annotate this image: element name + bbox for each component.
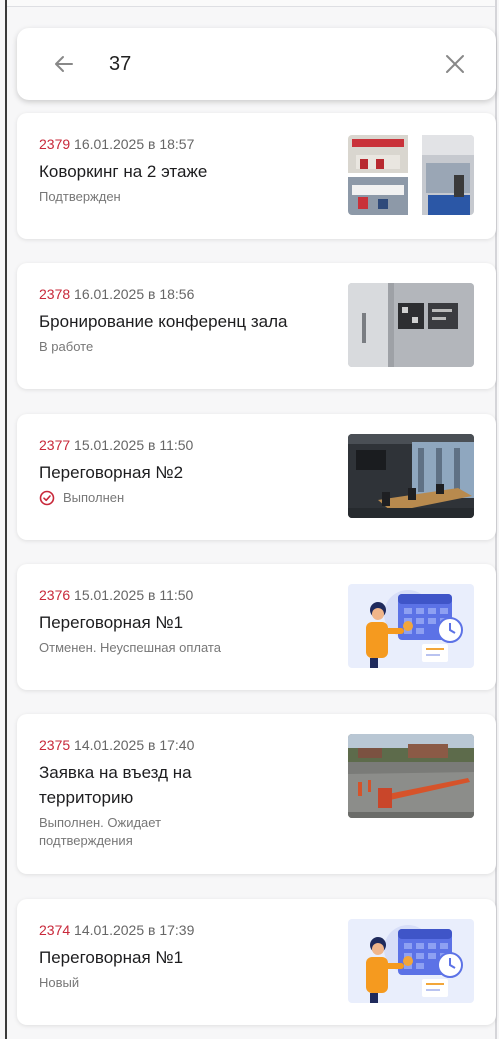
order-number: 2375 xyxy=(39,737,71,753)
order-meta: 2378 16.01.2025 в 18:56 xyxy=(39,285,339,303)
order-card[interactable]: 2375 14.01.2025 в 17:40 Заявка на въезд … xyxy=(17,714,496,874)
order-card[interactable]: 2376 15.01.2025 в 11:50 Переговорная №1 … xyxy=(17,564,496,690)
order-status: В работе xyxy=(39,339,94,354)
order-meta: 2379 16.01.2025 в 18:57 xyxy=(39,135,339,153)
order-meta: 2374 14.01.2025 в 17:39 xyxy=(39,921,339,939)
order-card[interactable]: 2374 14.01.2025 в 17:39 Переговорная №1 … xyxy=(17,899,496,1025)
window-left-border xyxy=(5,0,7,1039)
order-title: Переговорная №1 xyxy=(39,613,184,632)
clear-search-button[interactable] xyxy=(438,47,472,81)
order-status: Подтвержден xyxy=(39,189,121,204)
barrier-gate-thumbnail xyxy=(348,734,474,818)
order-title: Переговорная №1 xyxy=(39,948,184,967)
arrow-left-icon xyxy=(55,56,73,72)
order-title: Коворкинг на 2 этаже xyxy=(39,162,208,181)
calendar-illustration-thumbnail xyxy=(348,919,474,1003)
order-status: Отменен. Неуспешная оплата xyxy=(39,640,221,655)
order-card[interactable]: 2379 16.01.2025 в 18:57 Коворкинг на 2 э… xyxy=(17,113,496,239)
order-title: Переговорная №2 xyxy=(39,463,184,482)
order-status: Выполнен xyxy=(39,489,339,507)
order-datetime: 14.01.2025 в 17:39 xyxy=(74,922,195,938)
meeting-room-thumbnail xyxy=(348,434,474,518)
order-meta: 2376 15.01.2025 в 11:50 xyxy=(39,586,339,604)
order-datetime: 16.01.2025 в 18:57 xyxy=(74,136,195,152)
order-meta: 2375 14.01.2025 в 17:40 xyxy=(39,736,339,754)
order-card[interactable]: 2377 15.01.2025 в 11:50 Переговорная №2 … xyxy=(17,414,496,540)
order-datetime: 16.01.2025 в 18:56 xyxy=(74,286,195,302)
close-icon xyxy=(446,55,464,73)
coworking-thumbnail xyxy=(348,135,474,215)
order-number: 2379 xyxy=(39,136,71,152)
back-button[interactable] xyxy=(47,47,81,81)
order-number: 2378 xyxy=(39,286,71,302)
order-number: 2376 xyxy=(39,587,71,603)
order-status: Выполнен. Ожидает подтверждения xyxy=(39,815,162,848)
status-bar-area xyxy=(7,0,495,7)
order-meta: 2377 15.01.2025 в 11:50 xyxy=(39,436,339,454)
order-datetime: 14.01.2025 в 17:40 xyxy=(74,737,195,753)
search-input[interactable]: 37 xyxy=(109,53,438,76)
order-datetime: 15.01.2025 в 11:50 xyxy=(74,437,194,453)
conference-room-thumbnail xyxy=(348,283,474,367)
check-circle-icon xyxy=(39,490,55,506)
order-title: Бронирование конференц зала xyxy=(39,312,288,331)
order-card[interactable]: 2378 16.01.2025 в 18:56 Бронирование кон… xyxy=(17,263,496,389)
search-bar: 37 xyxy=(17,28,496,100)
order-status: Новый xyxy=(39,975,80,990)
order-title: Заявка на въезд на территорию xyxy=(39,763,192,807)
order-number: 2377 xyxy=(39,437,71,453)
order-number: 2374 xyxy=(39,922,71,938)
order-datetime: 15.01.2025 в 11:50 xyxy=(74,587,194,603)
calendar-illustration-thumbnail xyxy=(348,584,474,668)
